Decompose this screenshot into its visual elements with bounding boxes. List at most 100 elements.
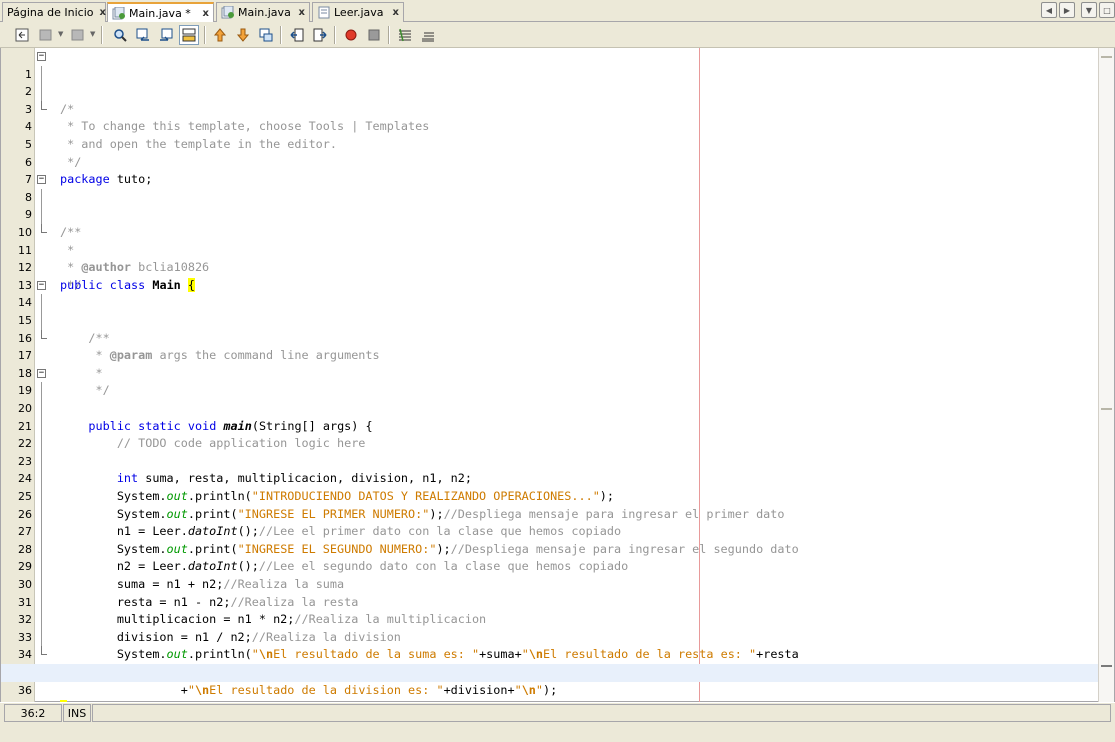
- code-line-18[interactable]: 18: [1, 347, 1099, 380]
- fold-end: [41, 100, 47, 110]
- code-line-27[interactable]: 27 n2 = Leer.datoInt();//Lee el segundo …: [1, 505, 1099, 573]
- close-tab-icon[interactable]: x: [197, 8, 209, 19]
- code-line-8[interactable]: 8 − /**: [1, 171, 1099, 239]
- code-line-11[interactable]: 11 */: [1, 224, 1099, 292]
- dropdown-arrow-icon[interactable]: ▼: [90, 30, 95, 38]
- toolbar-separator: [204, 26, 206, 44]
- code-line-30[interactable]: 30 multiplicacion = n1 * n2;//Realiza la…: [1, 558, 1099, 626]
- find-previous-icon: [136, 28, 149, 41]
- code-line-14[interactable]: 14 − /**: [1, 277, 1099, 344]
- status-message: [92, 704, 1111, 722]
- insert-mode[interactable]: INS: [63, 704, 91, 722]
- shift-left-button[interactable]: [287, 25, 307, 45]
- fold-end: [41, 329, 47, 339]
- editor-toolbar: ▼ ▼: [0, 22, 1115, 48]
- code-line-28[interactable]: 28 suma = n1 + n2;//Realiza la suma: [1, 523, 1099, 591]
- last-edit-icon: [39, 29, 52, 41]
- comment-button[interactable]: [395, 25, 415, 45]
- next-bookmark-icon: [236, 28, 250, 42]
- forward-button[interactable]: [68, 25, 88, 45]
- find-button[interactable]: [110, 25, 130, 45]
- code-line-4[interactable]: 4 */: [1, 100, 1099, 169]
- shift-left-icon: [290, 28, 304, 42]
- find-next-button[interactable]: [156, 25, 176, 45]
- back-history-icon: [15, 28, 29, 42]
- editor-tab-bar: Página de Inicio x Main.java * x Main.ja…: [0, 0, 1115, 23]
- code-line-16[interactable]: 16 *: [1, 312, 1099, 380]
- code-line-6[interactable]: 6 package tuto;: [1, 136, 1099, 187]
- code-line-10[interactable]: 10 * @author bclia10826: [1, 206, 1099, 274]
- tab-label: Leer.java: [334, 6, 384, 19]
- document-list-icon[interactable]: ▼: [1081, 2, 1097, 18]
- next-bookmark-button[interactable]: [233, 25, 253, 45]
- fold-guide: [41, 540, 42, 559]
- code-line-24[interactable]: 24 System.out.print("INGRESE EL PRIMER N…: [1, 452, 1099, 521]
- code-line-12[interactable]: 12 public class Main {: [1, 242, 1099, 292]
- code-line-23[interactable]: 23 System.out.println("INTRODUCIENDO DAT…: [1, 435, 1099, 503]
- shift-right-button[interactable]: [310, 25, 330, 45]
- code-line-13[interactable]: 13: [1, 259, 1099, 292]
- fold-guide: [41, 435, 42, 453]
- stripe-mark[interactable]: [1101, 56, 1112, 58]
- start-macro-button[interactable]: [341, 25, 361, 45]
- code-line-33[interactable]: 33 +"\nEl resultado de la multiplicacion…: [1, 611, 1099, 679]
- toggle-bookmark-button[interactable]: [256, 25, 276, 45]
- dropdown-arrow-icon[interactable]: ▼: [58, 30, 63, 38]
- fold-guide: [41, 206, 42, 224]
- tab-pagina-de-inicio[interactable]: Página de Inicio x: [2, 2, 106, 22]
- fold-toggle-icon[interactable]: −: [37, 52, 46, 61]
- code-line-2[interactable]: 2 * To change this template, choose Tool…: [1, 65, 1099, 133]
- code-line-35[interactable]: 35 }: [1, 646, 1099, 714]
- close-tab-icon[interactable]: x: [93, 7, 105, 18]
- tab-navigation: ◀ ▶ ▼ □: [1041, 2, 1115, 20]
- fold-guide: [41, 294, 42, 312]
- code-line-29[interactable]: 29 resta = n1 - n2;//Realiza la resta: [1, 540, 1099, 609]
- tab-main-java[interactable]: Main.java x: [216, 2, 310, 22]
- code-line-36[interactable]: 36 }: [1, 664, 1099, 715]
- scroll-tabs-right-icon[interactable]: ▶: [1059, 2, 1075, 18]
- error-stripe[interactable]: [1098, 48, 1114, 702]
- caret-position-mark[interactable]: [1101, 665, 1112, 667]
- code-line-15[interactable]: 15 * @param args the command line argume…: [1, 294, 1099, 362]
- code-line-7[interactable]: 7: [1, 154, 1099, 186]
- fold-guide: [41, 505, 42, 524]
- code-line-31[interactable]: 31 division = n1 / n2;//Realiza la divis…: [1, 576, 1099, 644]
- fold-toggle-icon[interactable]: −: [37, 280, 46, 290]
- back-history-button[interactable]: [12, 25, 32, 45]
- find-icon: [114, 29, 127, 42]
- code-line-3[interactable]: 3 * and open the template in the editor.: [1, 83, 1099, 151]
- previous-bookmark-button[interactable]: [210, 25, 230, 45]
- shift-right-icon: [313, 28, 327, 42]
- scroll-tabs-left-icon[interactable]: ◀: [1041, 2, 1057, 18]
- code-line-17[interactable]: 17 */: [1, 329, 1099, 397]
- fold-guide: [41, 558, 42, 576]
- code-line-9[interactable]: 9 *: [1, 188, 1099, 257]
- fold-toggle-icon[interactable]: −: [37, 175, 46, 185]
- close-tab-icon[interactable]: x: [293, 7, 305, 18]
- code-line-26[interactable]: 26 System.out.print("INGRESE EL SEGUNDO …: [1, 488, 1099, 556]
- toggle-highlight-button[interactable]: [179, 25, 199, 45]
- last-edit-button[interactable]: [36, 25, 56, 45]
- code-line-25[interactable]: 25 n1 = Leer.datoInt();//Lee el primer d…: [1, 470, 1099, 538]
- fold-toggle-icon[interactable]: −: [37, 368, 46, 378]
- stop-macro-button[interactable]: [364, 25, 384, 45]
- find-previous-button[interactable]: [133, 25, 153, 45]
- java-file-icon: [317, 6, 331, 19]
- tab-main-java-modified[interactable]: Main.java * x: [107, 2, 214, 23]
- toolbar-separator: [101, 26, 103, 44]
- stripe-mark[interactable]: [1101, 408, 1112, 410]
- code-editor[interactable]: 1 − /* 2 * To change this template, choo…: [0, 48, 1115, 715]
- code-line-19[interactable]: 19 − public static void main(String[] ar…: [1, 365, 1099, 432]
- tab-leer-java[interactable]: Leer.java x: [312, 2, 404, 22]
- code-line-1[interactable]: 1 − /*: [1, 48, 1099, 116]
- code-line-21[interactable]: 21: [1, 400, 1099, 433]
- code-line-32[interactable]: 32 System.out.println("\nEl resultado de…: [1, 593, 1099, 661]
- line-number: 36: [18, 683, 32, 697]
- uncomment-button[interactable]: [418, 25, 438, 45]
- code-line-20[interactable]: 20 // TODO code application logic here: [1, 382, 1099, 450]
- code-line-5[interactable]: 5: [1, 118, 1099, 151]
- code-line-22[interactable]: 22 int suma, resta, multiplicacion, divi…: [1, 417, 1099, 485]
- maximize-window-icon[interactable]: □: [1099, 2, 1115, 18]
- close-tab-icon[interactable]: x: [387, 7, 399, 18]
- code-line-34[interactable]: 34 +"\nEl resultado de la division es: "…: [1, 628, 1099, 697]
